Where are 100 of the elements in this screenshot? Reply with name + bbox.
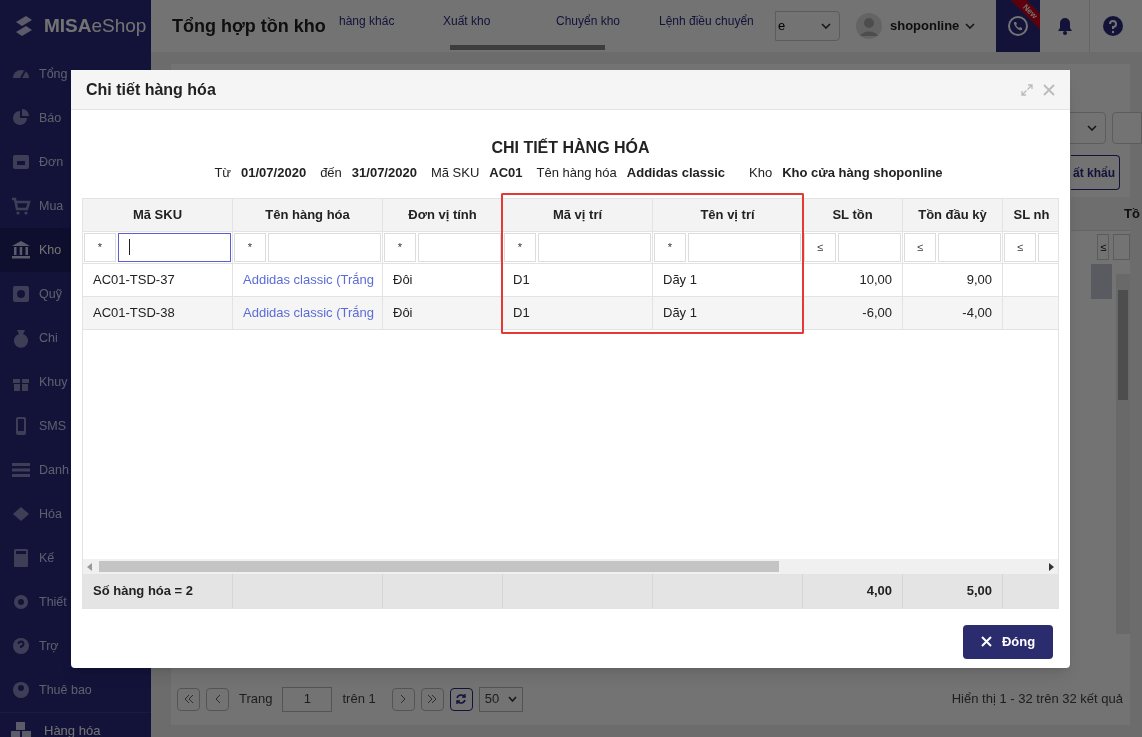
- filter-operator[interactable]: ≤: [1004, 232, 1036, 262]
- filter-operator[interactable]: *: [84, 232, 116, 262]
- tab[interactable]: Xuất kho: [443, 12, 556, 30]
- sidebar-item[interactable]: Tổng: [0, 52, 71, 96]
- store-dropdown[interactable]: e: [775, 11, 840, 41]
- sidebar-item[interactable]: Hàng hóa: [0, 712, 151, 737]
- horizontal-scrollbar[interactable]: [83, 558, 1058, 574]
- sidebar-item[interactable]: Kế: [0, 536, 71, 580]
- filter-label: Tên hàng hóa: [536, 164, 617, 182]
- pie-chart-icon: [11, 108, 31, 128]
- filter-operator[interactable]: *: [234, 232, 266, 262]
- table-cell: Đôi: [383, 263, 503, 296]
- page-count: trên 1: [342, 690, 376, 709]
- column-header: Tồ: [1124, 204, 1140, 223]
- sidebar-item[interactable]: Chi: [0, 316, 71, 360]
- scroll-left-icon[interactable]: [87, 562, 93, 571]
- export-button[interactable]: ất khẩu: [1071, 155, 1120, 190]
- filter-operator[interactable]: ≤: [904, 232, 936, 262]
- filter-value: Addidas classic: [626, 164, 726, 182]
- page-field[interactable]: 1: [282, 686, 333, 712]
- scroll-right-icon[interactable]: [1048, 562, 1054, 571]
- close-button[interactable]: Đóng: [963, 624, 1053, 659]
- table-cell: AC01-TSD-38: [83, 296, 233, 329]
- report-title: CHI TIẾT HÀNG HÓA: [490, 138, 651, 158]
- sidebar-item[interactable]: Danh: [0, 448, 71, 492]
- filter-label: Kho: [749, 164, 773, 182]
- table-cell: 10,00: [803, 263, 903, 296]
- table-cell: -4,00: [903, 296, 1003, 329]
- column-header: Đơn vị tính: [383, 198, 503, 231]
- bell-icon: [1056, 17, 1073, 35]
- tab[interactable]: Lệnh điều chuyển: [659, 12, 769, 30]
- package-icon: [11, 152, 31, 172]
- sidebar-item[interactable]: SMS: [0, 404, 71, 448]
- table-cell: AC01-TSD-37: [83, 263, 233, 296]
- sidebar-item[interactable]: Khuy: [0, 360, 71, 404]
- sidebar-item[interactable]: Thuê bao: [0, 668, 151, 712]
- help-icon: [11, 636, 31, 656]
- filter-label: Từ: [214, 164, 232, 182]
- last-page-icon: [427, 694, 438, 704]
- money-bag-icon: [11, 328, 31, 348]
- filter-label: Mã SKU: [430, 164, 480, 182]
- user-menu[interactable]: shoponline: [890, 16, 976, 36]
- sidebar-item[interactable]: Trợ: [0, 624, 71, 668]
- page-title: Tổng hợp tồn kho: [171, 14, 327, 38]
- list-icon: [11, 460, 31, 480]
- previous-page-button[interactable]: [206, 687, 229, 711]
- filter-value: 01/07/2020: [241, 164, 307, 182]
- sidebar-item[interactable]: Thiết: [0, 580, 71, 624]
- refresh-icon: [455, 693, 468, 705]
- help-icon: [1103, 16, 1123, 36]
- column-header: Tồn đầu kỳ: [903, 198, 1003, 231]
- vertical-scrollbar[interactable]: [1116, 274, 1130, 634]
- column-header: SL tồn: [803, 198, 903, 231]
- tab[interactable]: Chuyển kho: [556, 12, 659, 30]
- safe-icon: [11, 284, 31, 304]
- sidebar-item[interactable]: Hóa: [0, 492, 71, 536]
- bank-icon: [11, 240, 31, 260]
- filter-operator[interactable]: *: [504, 232, 536, 262]
- sidebar-item[interactable]: Kho: [0, 228, 71, 272]
- tab[interactable]: hàng khác: [339, 12, 443, 30]
- filter-operator[interactable]: *: [384, 232, 416, 262]
- item-count: Số hàng hóa = 2: [83, 573, 233, 608]
- result-summary: Hiển thị 1 - 32 trên 32 kết quả: [951, 690, 1123, 709]
- product-link[interactable]: Addidas classic (Trắng: [233, 296, 383, 329]
- selected-row: [1091, 264, 1112, 299]
- sidebar-item[interactable]: Đơn: [0, 140, 71, 184]
- sidebar-item[interactable]: Mua: [0, 184, 71, 228]
- filter-field[interactable]: [118, 232, 231, 262]
- expand-icon[interactable]: [1021, 83, 1033, 96]
- total-cell: 4,00: [803, 573, 903, 608]
- first-page-button[interactable]: [177, 687, 200, 711]
- filter-operator[interactable]: ≤: [804, 232, 836, 262]
- chevron-down-icon: [821, 23, 831, 29]
- column-header: Tên hàng hóa: [233, 198, 383, 231]
- filter-operator[interactable]: ≤: [1097, 234, 1110, 260]
- chevron-down-icon: [1087, 125, 1097, 131]
- dialog-title: Chi tiết hàng hóa: [86, 79, 216, 100]
- filter-value: Kho cửa hàng shoponline: [782, 164, 943, 182]
- chevron-down-icon: [507, 696, 517, 702]
- sidebar-item[interactable]: Báo: [0, 96, 71, 140]
- filter-value: 31/07/2020: [351, 164, 417, 182]
- cart-icon: [11, 196, 31, 216]
- page-label: Trang: [239, 690, 273, 709]
- first-page-icon: [183, 694, 194, 704]
- calculator-icon: [11, 548, 31, 568]
- table-cell: Đôi: [383, 296, 503, 329]
- boxes-icon: [10, 720, 32, 737]
- close-icon: [980, 636, 992, 647]
- chevron-down-icon: [965, 23, 976, 29]
- close-icon[interactable]: [1043, 83, 1055, 96]
- avatar-icon: [856, 13, 882, 39]
- logo-text: MISAeShop: [44, 13, 147, 38]
- product-link[interactable]: Addidas classic (Trắng: [233, 263, 383, 296]
- table-cell: 9,00: [903, 263, 1003, 296]
- sidebar-item[interactable]: Quỹ: [0, 272, 71, 316]
- filter-operator[interactable]: *: [654, 232, 686, 262]
- total-cell: 5,00: [903, 573, 1003, 608]
- filter-label: đến: [320, 164, 342, 182]
- column-header: Mã SKU: [83, 198, 233, 231]
- column-header: SL nh: [1003, 198, 1058, 231]
